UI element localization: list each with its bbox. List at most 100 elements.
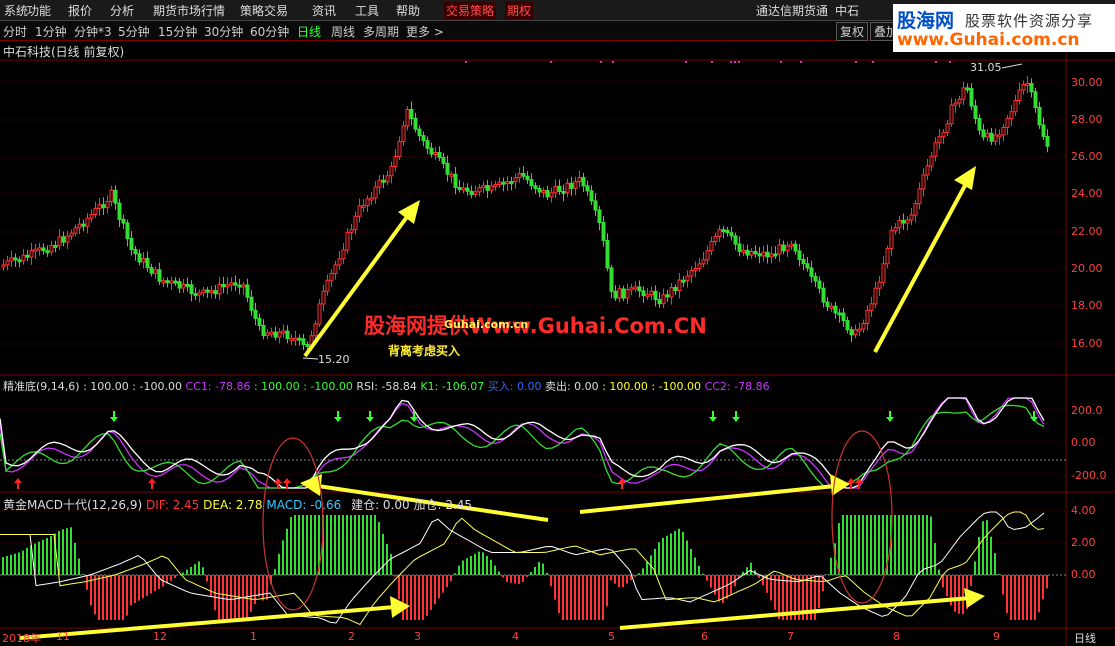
macd-bar: [750, 562, 752, 575]
macd-bar: [714, 575, 716, 595]
candle-body: [201, 289, 206, 294]
macd-bar: [1010, 575, 1012, 620]
x-label-12: 12: [153, 630, 167, 643]
macd-histogram: [0, 511, 1048, 626]
candle-body: [193, 293, 198, 297]
macd-bar: [598, 575, 600, 620]
macd-bar: [546, 572, 548, 575]
candle-body: [205, 289, 210, 293]
watermark-faded-text: Guhai.com.cn: [444, 318, 529, 331]
macd-bar: [350, 515, 352, 575]
y-tick-18: 18.00: [1071, 299, 1103, 312]
candle-body: [305, 344, 310, 348]
candle-body: [313, 323, 318, 337]
macd-bar: [454, 573, 456, 575]
macd-bar: [746, 567, 748, 575]
candle-body: [321, 290, 326, 305]
macd-bar: [522, 575, 524, 582]
candle-body: [877, 281, 882, 289]
candle-body: [481, 185, 486, 189]
candle-body: [861, 322, 866, 330]
x-label-2: 2: [348, 630, 355, 643]
macd-bar: [910, 515, 912, 575]
ind1-cc1: CC1: -78.86: [185, 380, 251, 393]
candle-body: [477, 186, 482, 193]
macd-bar: [978, 536, 980, 575]
ind1-sell: 卖出: 0.00: [544, 380, 599, 393]
macd-bar: [858, 515, 860, 575]
macd-bar: [66, 528, 68, 575]
macd-bar: [1014, 575, 1016, 620]
candle-body: [897, 219, 902, 229]
candle-body: [1, 264, 6, 268]
macd-bar: [266, 575, 268, 600]
candle-body: [561, 190, 566, 194]
macd-bar: [706, 575, 708, 581]
macd-bar: [622, 575, 624, 587]
ind1-y-tick-200: 200.0: [1071, 404, 1103, 417]
macd-bar: [486, 556, 488, 575]
macd-bar: [370, 515, 372, 575]
ind1-y-tick-neg200: -200.0: [1071, 469, 1107, 482]
candle-body: [1045, 135, 1050, 147]
candle-body: [777, 244, 782, 255]
y-tick-16: 16.00: [1071, 337, 1103, 350]
macd-bar: [50, 536, 52, 575]
candle-body: [93, 207, 98, 216]
candle-body: [453, 173, 458, 188]
candle-body: [121, 218, 126, 224]
candle-body: [701, 259, 706, 265]
x-axis: 2018年 11 12 1 2 3 4 5 6 7 8 9: [0, 630, 1066, 646]
macd-bar: [438, 575, 440, 599]
candle-body: [225, 284, 230, 288]
candle-body: [637, 286, 642, 292]
candle-body: [821, 287, 826, 303]
macd-bar: [498, 571, 500, 575]
candle-body: [573, 181, 578, 189]
macd-bar: [78, 558, 80, 575]
macd-bar: [962, 575, 964, 615]
macd-bar: [358, 515, 360, 575]
candle-body: [397, 141, 402, 158]
macd-bar: [1006, 575, 1008, 614]
logo-text-main: 股海网: [897, 10, 955, 32]
candle-body: [541, 189, 546, 193]
macd-bar: [686, 540, 688, 575]
candle-body: [757, 253, 762, 257]
candle-body: [733, 235, 738, 245]
macd-bar: [830, 557, 832, 575]
candle-body: [945, 123, 950, 133]
macd-bar: [334, 515, 336, 575]
candle-body: [105, 200, 110, 209]
candle-body: [261, 325, 266, 337]
candle-body: [501, 181, 506, 185]
candle-body: [209, 290, 214, 294]
macd-bar: [874, 515, 876, 575]
macd-bar: [198, 561, 200, 575]
candle-body: [353, 215, 358, 231]
candle-body: [269, 331, 274, 335]
logo-text-url: www.Guhai.com.cn: [897, 30, 1080, 50]
x-label-8: 8: [893, 630, 900, 643]
arrow-head-1: [398, 200, 420, 224]
macd-bar: [474, 553, 476, 575]
candle-body: [137, 253, 142, 263]
macd-bar: [342, 515, 344, 575]
macd-bar: [138, 575, 140, 601]
candle-body: [805, 263, 810, 269]
macd-bar: [286, 528, 288, 575]
macd-bar: [662, 537, 664, 575]
macd-bar: [278, 553, 280, 575]
candle-body: [689, 270, 694, 277]
macd-bar: [430, 575, 432, 611]
macd-bar: [758, 575, 760, 578]
candle-body: [569, 182, 574, 189]
macd-bar: [470, 556, 472, 575]
candle-body: [737, 243, 742, 252]
macd-bar: [174, 575, 176, 579]
macd-bar: [478, 551, 480, 575]
candle-body: [745, 249, 750, 256]
macd-bar: [210, 575, 212, 596]
macd-bar: [126, 575, 128, 616]
candle-body: [369, 197, 374, 201]
